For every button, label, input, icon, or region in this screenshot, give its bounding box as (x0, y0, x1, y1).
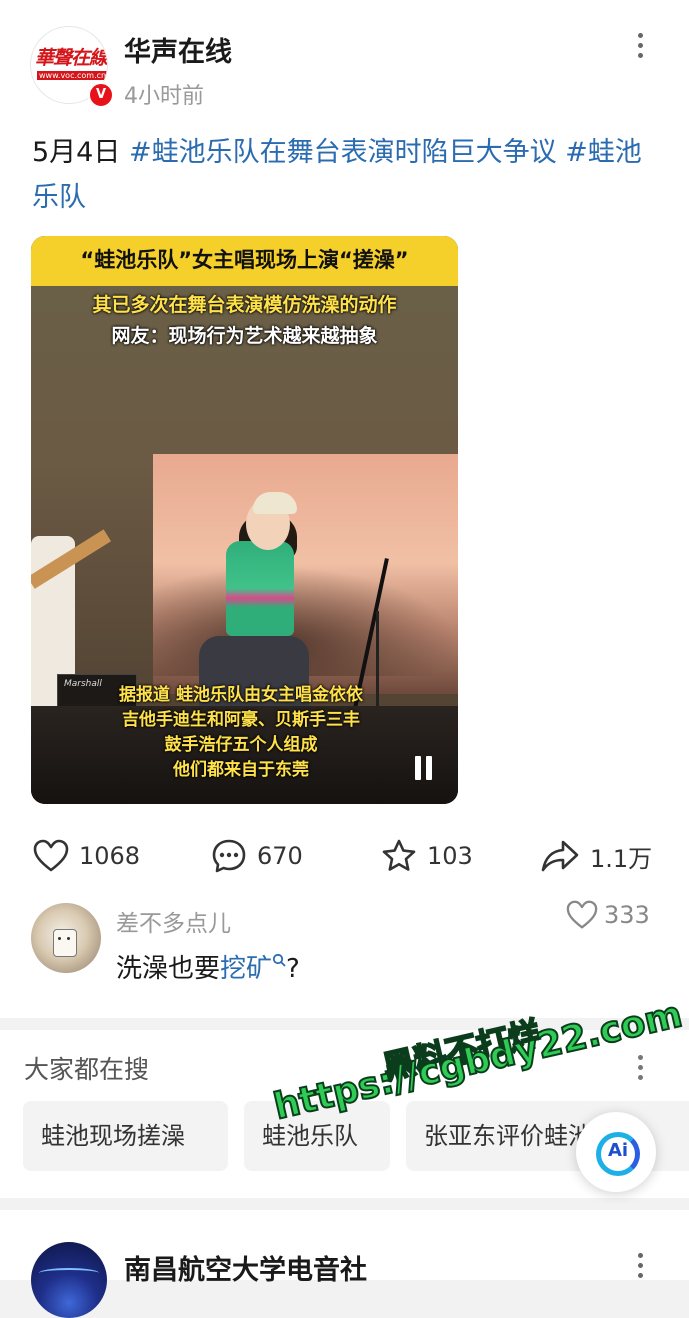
next-post-more-icon[interactable] (628, 1250, 652, 1280)
commenter-avatar[interactable] (31, 903, 101, 973)
post-more-icon[interactable] (628, 30, 652, 64)
comment-count: 670 (257, 842, 303, 870)
video-caption-line2: 网友：现场行为艺术越来越抽象 (111, 325, 378, 347)
share-count: 1.1万 (590, 844, 653, 873)
video-caption-line1: 其已多次在舞台表演模仿洗澡的动作 (92, 294, 397, 316)
search-suggestions-title: 大家都在搜 (24, 1055, 150, 1084)
search-chip[interactable]: 蛙池现场搓澡 (23, 1101, 228, 1171)
heart-icon (566, 900, 598, 929)
search-more-icon[interactable] (628, 1052, 652, 1082)
share-arrow-icon (541, 840, 579, 872)
like-button[interactable]: 1068 (33, 836, 140, 876)
comment-text: 洗澡也要挖矿? (116, 948, 300, 985)
comment-link-text: 挖矿 (220, 954, 273, 984)
commenter-name[interactable]: 差不多点儿 (116, 904, 231, 938)
comment-button[interactable]: 670 (211, 836, 303, 876)
video-subtitle: 鼓手浩仔五个人组成 (164, 735, 318, 755)
ai-label: Ai (607, 1140, 629, 1161)
post-card: 華聲在線 www.voc.com.cn V 华声在线 4小时前 5月4日 #蛙池… (0, 0, 689, 1018)
like-count: 1068 (79, 842, 141, 870)
avatar-logo-text: 華聲在線 (35, 47, 108, 69)
video-banner-text: “蛙池乐队”女主唱现场上演“搓澡” (80, 248, 409, 272)
next-post-avatar[interactable] (31, 1242, 107, 1318)
comment-like-button[interactable]: 333 (566, 900, 650, 930)
star-icon (382, 839, 416, 871)
verified-badge-icon: V (88, 82, 114, 108)
video-subtitle: 据报道 蛙池乐队由女主唱金依依 (119, 685, 363, 705)
post-content: 5月4日 #蛙池乐队在舞台表演时陷巨大争议 #蛙池乐队 (32, 130, 652, 220)
comment-search-link[interactable]: 挖矿 (220, 954, 286, 984)
comment-text-prefix: 洗澡也要 (116, 954, 221, 984)
comment-icon (212, 839, 246, 873)
heart-icon (33, 839, 69, 872)
favorite-count: 103 (427, 842, 473, 870)
hashtag-link[interactable]: #蛙池乐队在舞台表演时陷巨大争议 (129, 137, 557, 168)
favorite-button[interactable]: 103 (381, 836, 473, 876)
singer-figure (226, 541, 294, 636)
post-date-text: 5月4日 (32, 137, 129, 168)
video-subtitle: 他们都来自于东莞 (173, 760, 309, 780)
video-subtitle: 吉他手迪生和阿豪、贝斯手三丰 (122, 710, 360, 730)
next-post-author[interactable]: 南昌航空大学电音社 (124, 1248, 367, 1287)
post-time: 4小时前 (124, 84, 204, 109)
ai-assistant-button[interactable]: Ai (576, 1112, 656, 1192)
video-title-banner: “蛙池乐队”女主唱现场上演“搓澡” (31, 236, 458, 286)
comment-text-suffix: ? (286, 954, 300, 984)
author-name[interactable]: 华声在线 (124, 30, 232, 69)
avatar-logo-url: www.voc.com.cn (37, 71, 107, 80)
pause-icon[interactable] (415, 756, 437, 782)
share-button[interactable]: 1.1万 (540, 836, 652, 876)
search-icon (272, 954, 286, 967)
comment-like-count: 333 (604, 901, 650, 929)
video-thumbnail[interactable]: Marshall “蛙池乐队”女主唱现场上演“搓澡” 其已多次在舞台表演模仿洗澡… (31, 236, 458, 804)
